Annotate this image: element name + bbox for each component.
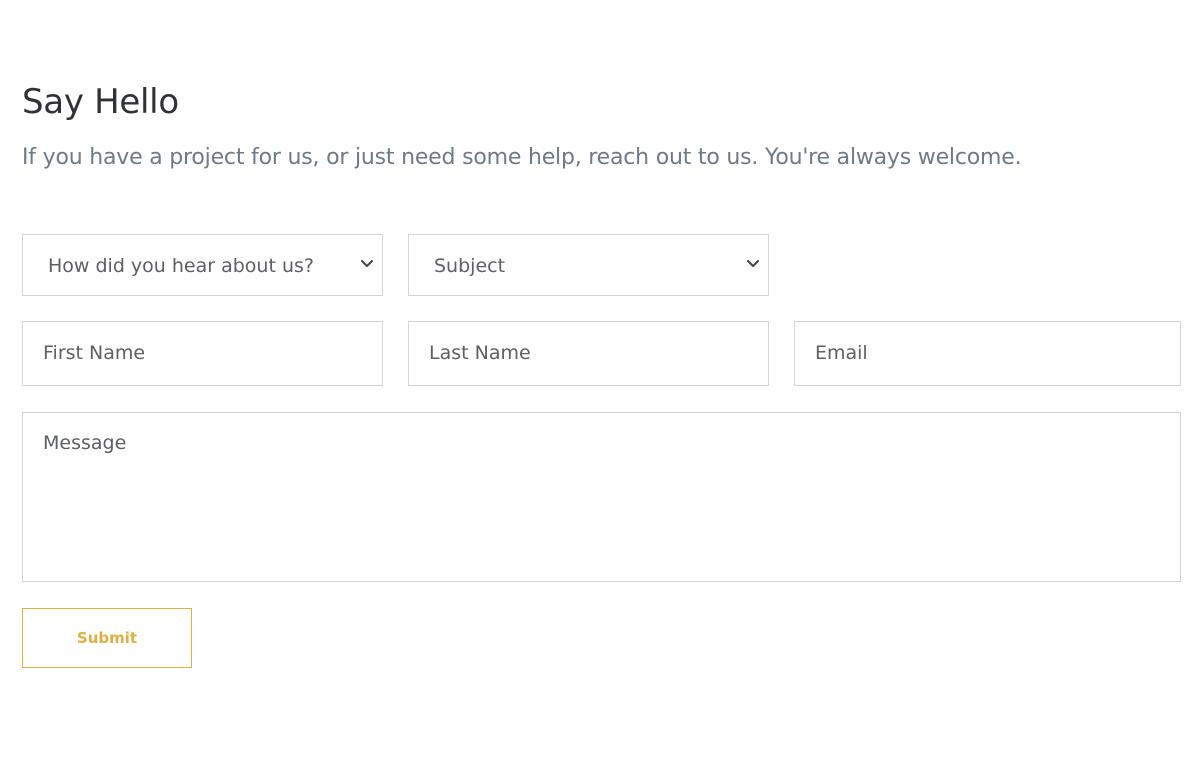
referral-select-value: How did you hear about us? [48, 255, 314, 277]
subject-select-value: Subject [434, 255, 506, 277]
email-placeholder: Email [815, 342, 868, 364]
first-name-field[interactable]: First Name [22, 321, 383, 386]
email-field[interactable]: Email [794, 321, 1181, 386]
page-subtitle: If you have a project for us, or just ne… [22, 145, 1022, 170]
first-name-placeholder: First Name [43, 342, 146, 364]
message-placeholder: Message [43, 432, 127, 454]
referral-select[interactable]: How did you hear about us? [22, 234, 383, 296]
last-name-placeholder: Last Name [429, 342, 531, 364]
message-field[interactable]: Message [22, 412, 1181, 582]
chevron-down-icon [361, 260, 373, 267]
last-name-field[interactable]: Last Name [408, 321, 769, 386]
chevron-down-icon [747, 260, 759, 267]
submit-button[interactable]: Submit [22, 608, 192, 668]
page-title: Say Hello [22, 82, 179, 122]
subject-select[interactable]: Subject [408, 234, 769, 296]
